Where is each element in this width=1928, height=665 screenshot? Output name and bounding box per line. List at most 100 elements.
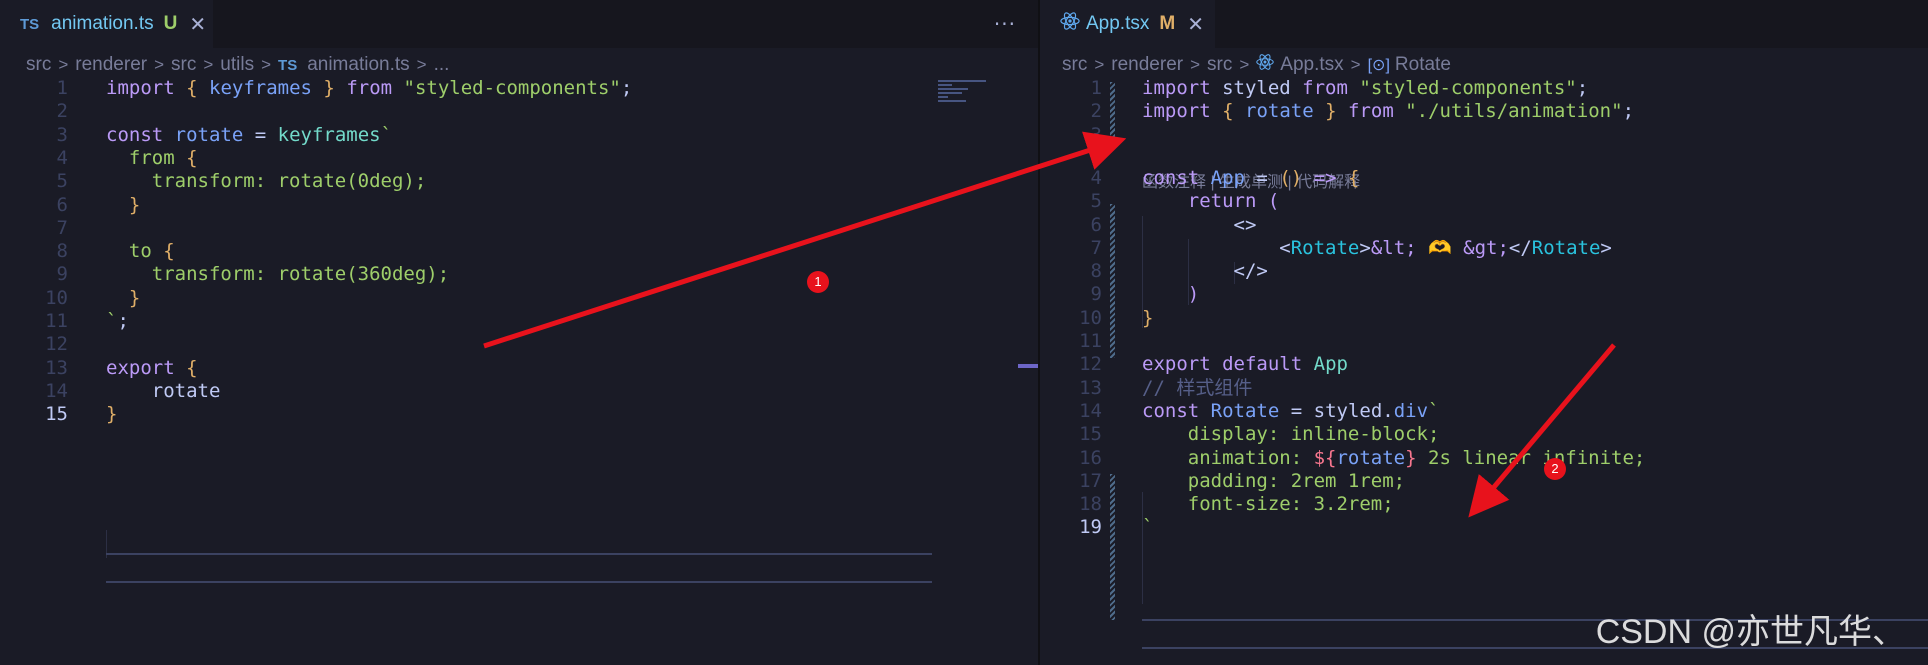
code-token: // 样式组件 [1142,376,1253,399]
code-line[interactable]: 3 [1040,121,1928,149]
breadcrumb-item[interactable]: src [1207,54,1232,76]
code-token: ; [1622,100,1635,123]
editor-pane-left: TS animation.ts U ✕ ··· src > renderer > s… [0,0,1038,665]
editor-pane-right: App.tsx M ✕ src > renderer > src > App.tsx >… [1040,0,1928,665]
code-token: = [243,123,278,146]
code-editor-right[interactable]: 函数注释 | 生成单测 | 代码解释 1 import styled from "… [1040,77,1928,665]
code-token: </> [1142,260,1268,283]
code-token: const [106,123,164,146]
current-line-highlight [106,553,932,583]
code-token: display: inline-block; [1142,423,1440,446]
breadcrumb-item[interactable]: src [26,54,51,76]
code-token: export [106,356,175,379]
code-token: 2s linear infinite; [1416,446,1646,469]
tab-title: App.tsx [1086,13,1150,34]
code-token: ; [1576,77,1589,99]
breadcrumb-item[interactable]: utils [220,54,254,76]
tab-bar-left: TS animation.ts U ✕ ··· [0,0,1038,48]
tab-animation-ts[interactable]: TS animation.ts U ✕ [0,0,213,48]
breadcrumb-item[interactable]: App.tsx [1280,54,1343,76]
code-token: rotate [1245,100,1314,123]
code-text: ` [1142,513,1153,541]
code-token: App [1313,353,1348,376]
chevron-right-icon: > [1094,55,1105,74]
code-token: } [1405,446,1417,469]
code-token: } [106,403,118,426]
code-token: "styled-components" [403,77,621,99]
chevron-right-icon: > [58,55,69,74]
breadcrumb-item[interactable]: renderer [75,54,147,76]
code-token: } [106,286,141,309]
code-token: Rotate [1290,236,1360,259]
git-status-badge: M [1159,13,1176,34]
code-token: } [323,77,335,99]
code-token: { [186,77,198,99]
git-status-badge: U [163,13,178,34]
code-token: Rotate [1531,236,1601,259]
code-token: from [346,77,393,99]
breadcrumb-item[interactable]: animation.ts [307,54,409,76]
code-line[interactable]: 19 ` [1040,513,1928,541]
code-token: from [1302,77,1348,99]
tab-app-tsx[interactable]: App.tsx M ✕ [1040,0,1215,48]
code-token: App [1210,166,1245,189]
code-token: } [1142,306,1154,329]
code-token: return [1187,190,1257,213]
code-token: styled. [1313,399,1394,422]
chevron-right-icon: > [1239,55,1250,74]
code-editor-left[interactable]: 1 import { keyframes } from "styled-compo… [0,77,1038,665]
code-token: "./utils/animation" [1405,100,1623,123]
code-token: { [1348,166,1360,189]
code-token: ; [117,310,129,332]
close-icon[interactable]: ✕ [189,12,206,37]
code-token: from [1348,100,1394,123]
chevron-right-icon: > [416,55,427,74]
code-token: () [1279,166,1303,189]
code-line[interactable]: 15} [0,400,1038,428]
code-token: animation: [1142,446,1314,469]
scrollbar-marker[interactable] [1018,364,1038,368]
code-token: < [1142,236,1291,259]
breadcrumb-item[interactable]: src [171,54,196,76]
code-token: ` [1142,516,1154,539]
code-token: keyframes [277,123,381,146]
code-token: "styled-components" [1359,77,1577,99]
close-icon[interactable]: ✕ [1187,12,1204,37]
breadcrumb-item[interactable]: ... [434,54,450,76]
code-token: rotate [106,379,221,402]
code-token: ; [620,77,633,99]
chevron-right-icon: > [261,55,272,74]
watermark: CSDN @亦世凡华、 [1595,613,1906,651]
chevron-right-icon: > [1350,55,1361,74]
code-token: transform: rotate(360deg); [106,263,450,286]
code-token: styled [1210,77,1303,99]
more-actions-icon[interactable]: ··· [994,12,1016,36]
code-token: { [163,240,175,263]
breadcrumb-item[interactable]: renderer [1111,54,1183,76]
code-token: font-size: 3.2rem; [1142,493,1394,516]
tab-bar-right: App.tsx M ✕ [1040,0,1928,48]
minimap[interactable] [938,80,986,110]
code-token: export [1142,353,1211,376]
code-token: default [1222,353,1303,376]
breadcrumb-item[interactable]: Rotate [1395,54,1451,76]
symbol-icon: [⊙] [1367,57,1390,74]
line-number: 19 [1079,516,1102,539]
code-token: ` [106,310,118,332]
code-token: } [1325,100,1337,123]
breadcrumb-item[interactable]: src [1062,54,1087,76]
